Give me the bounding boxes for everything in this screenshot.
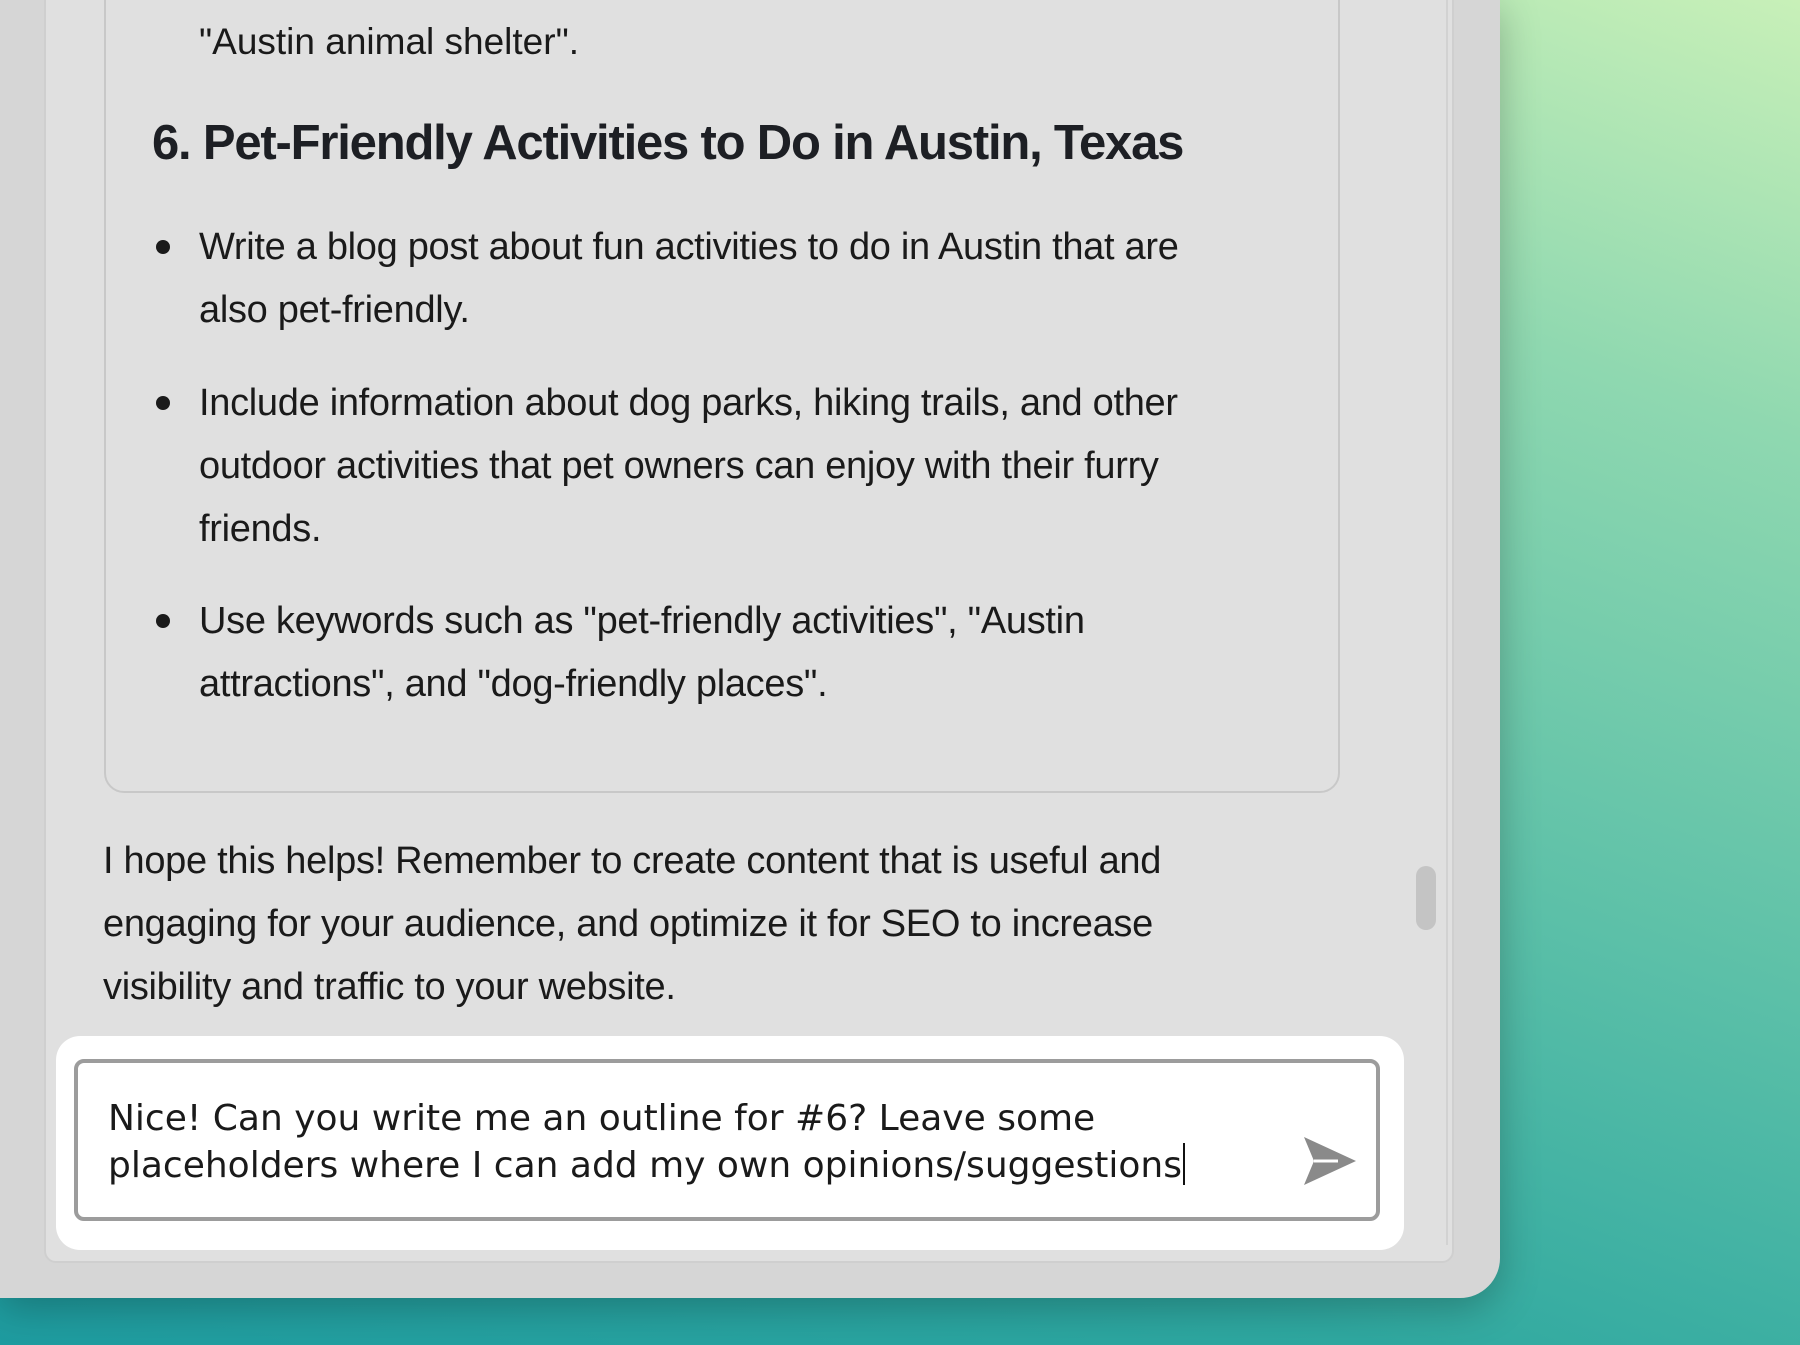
- list-item-line: Include information about dog parks, hik…: [199, 382, 1178, 424]
- closing-message-line: visibility and traffic to your website.: [103, 966, 676, 1008]
- list-item-text: Include information about dog parks, hik…: [199, 372, 1289, 561]
- closing-message-line: engaging for your audience, and optimize…: [103, 903, 1153, 945]
- message-input-line: placeholders where I can add my own opin…: [108, 1145, 1182, 1186]
- scrollbar-thumb[interactable]: [1416, 866, 1436, 930]
- message-input[interactable]: Nice! Can you write me an outline for #6…: [108, 1095, 1268, 1189]
- paper-plane-send-icon: [1304, 1137, 1356, 1185]
- bullet-dot-icon: [156, 614, 170, 628]
- previous-item-continuation: "Austin animal shelter".: [199, 21, 579, 62]
- bullet-dot-icon: [156, 396, 170, 410]
- list-item-text: Use keywords such as "pet-friendly activ…: [199, 590, 1289, 716]
- list-item-line: outdoor activities that pet owners can e…: [199, 445, 1159, 487]
- panel-divider: [1446, 0, 1448, 1245]
- text-caret: [1182, 1143, 1185, 1185]
- list-item-line: also pet-friendly.: [199, 289, 470, 331]
- section-heading: 6. Pet-Friendly Activities to Do in Aust…: [152, 116, 1184, 170]
- list-item-line: friends.: [199, 508, 322, 550]
- closing-message-line: I hope this helps! Remember to create co…: [103, 840, 1162, 882]
- closing-message: I hope this helps! Remember to create co…: [103, 830, 1343, 1019]
- bullet-dot-icon: [156, 240, 170, 254]
- list-item-text: Write a blog post about fun activities t…: [199, 216, 1289, 342]
- message-input-line: Nice! Can you write me an outline for #6…: [108, 1098, 1096, 1139]
- send-button[interactable]: [1300, 1133, 1360, 1189]
- list-item-line: attractions", and "dog-friendly places".: [199, 663, 828, 705]
- list-item-line: Use keywords such as "pet-friendly activ…: [199, 600, 1085, 642]
- list-item-line: Write a blog post about fun activities t…: [199, 226, 1179, 268]
- app-window: "Austin animal shelter". 6. Pet-Friendly…: [0, 0, 1500, 1298]
- message-composer[interactable]: Nice! Can you write me an outline for #6…: [74, 1059, 1380, 1221]
